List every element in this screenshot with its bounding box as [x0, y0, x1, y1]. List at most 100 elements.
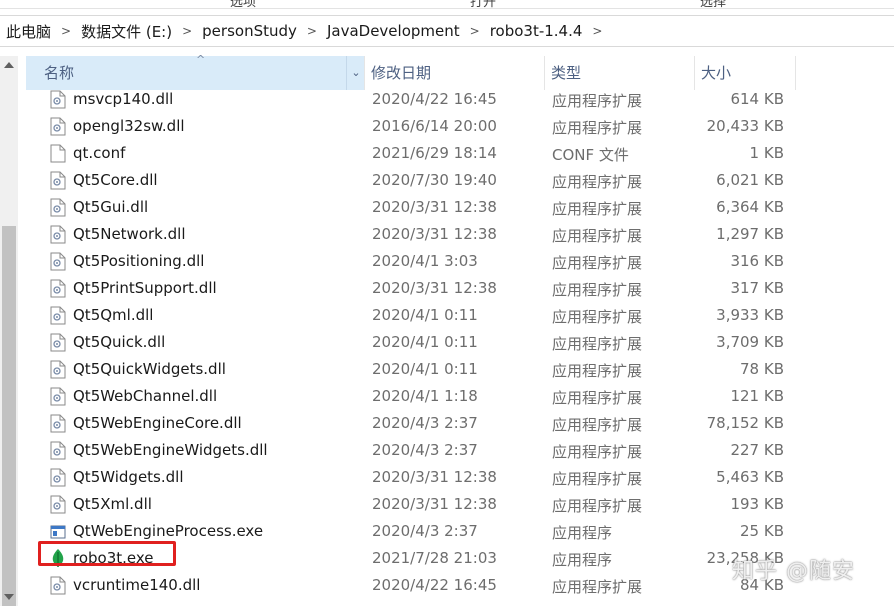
breadcrumb-javadevelopment[interactable]: JavaDevelopment [321, 22, 466, 40]
file-row[interactable]: Qt5Core.dll 2020/7/30 19:40 应用程序扩展 6,021 KB [26, 167, 796, 194]
file-date: 2020/3/31 12:38 [372, 225, 497, 243]
file-list: msvcp140.dll 2020/4/22 16:45 应用程序扩展 614 KB o… [26, 90, 796, 599]
file-date: 2020/4/3 2:37 [372, 441, 478, 459]
dll-icon [50, 414, 66, 433]
dll-icon [50, 495, 66, 514]
scroll-up-icon[interactable] [4, 62, 14, 68]
file-date: 2020/7/30 19:40 [372, 171, 497, 189]
file-type: 应用程序扩展 [552, 389, 643, 407]
file-name: Qt5Positioning.dll [73, 252, 205, 270]
breadcrumb-chevron-icon[interactable]: > [466, 24, 484, 38]
dll-icon [50, 117, 66, 136]
file-date: 2020/3/31 12:38 [372, 198, 497, 216]
file-name: Qt5Gui.dll [73, 198, 149, 216]
file-date: 2020/4/1 0:11 [372, 306, 478, 324]
file-name: vcruntime140.dll [73, 576, 201, 594]
highlight-box [38, 541, 176, 566]
exe-window-icon [50, 522, 66, 541]
file-date: 2020/4/22 16:45 [372, 576, 497, 594]
chevron-down-icon[interactable]: ⌄ [346, 56, 365, 90]
file-name: Qt5Network.dll [73, 225, 186, 243]
dll-icon [50, 441, 66, 460]
file-row[interactable]: qt.conf 2021/6/29 18:14 CONF 文件 1 KB [26, 140, 796, 167]
file-row[interactable]: vcruntime140.dll 2020/4/22 16:45 应用程序扩展 84 … [26, 572, 796, 599]
column-date-header[interactable]: 修改日期 [365, 56, 545, 90]
file-type: 应用程序 [552, 551, 613, 569]
breadcrumb-drive[interactable]: 数据文件 (E:) [75, 21, 178, 42]
file-type: 应用程序扩展 [552, 92, 643, 110]
dll-icon [50, 468, 66, 487]
dll-icon [50, 252, 66, 271]
file-row[interactable]: Qt5Positioning.dll 2020/4/1 3:03 应用程序扩展 316… [26, 248, 796, 275]
breadcrumb-personstudy[interactable]: personStudy [196, 22, 303, 40]
file-name: Qt5QuickWidgets.dll [73, 360, 226, 378]
file-name: qt.conf [73, 144, 126, 162]
file-size: 78,152 KB [706, 414, 784, 432]
file-date: 2020/3/31 12:38 [372, 495, 497, 513]
file-size: 6,021 KB [716, 171, 784, 189]
file-row[interactable]: Qt5WebChannel.dll 2020/4/1 1:18 应用程序扩展 121 … [26, 383, 796, 410]
dll-icon [50, 171, 66, 190]
file-type: 应用程序扩展 [552, 173, 643, 191]
file-type: 应用程序扩展 [552, 119, 643, 137]
ribbon-item-options[interactable]: 选项 [230, 0, 256, 8]
file-size: 5,463 KB [716, 468, 784, 486]
file-row[interactable]: Qt5QuickWidgets.dll 2020/4/1 0:11 应用程序扩展 78… [26, 356, 796, 383]
column-size-header[interactable]: 大小 [695, 56, 796, 90]
file-type: 应用程序扩展 [552, 470, 643, 488]
file-row[interactable]: Qt5Qml.dll 2020/4/1 0:11 应用程序扩展 3,933 KB [26, 302, 796, 329]
file-date: 2020/3/31 12:38 [372, 279, 497, 297]
file-date: 2020/4/1 1:18 [372, 387, 478, 405]
file-type: 应用程序扩展 [552, 227, 643, 245]
ribbon-item-open[interactable]: 打开 [470, 0, 496, 8]
file-date: 2020/4/3 2:37 [372, 522, 478, 540]
file-row[interactable]: Qt5WebEngineWidgets.dll 2020/4/3 2:37 应用程序… [26, 437, 796, 464]
file-date: 2020/4/1 0:11 [372, 360, 478, 378]
file-row[interactable]: Qt5Gui.dll 2020/3/31 12:38 应用程序扩展 6,364 KB [26, 194, 796, 221]
column-type-header[interactable]: 类型 [545, 56, 695, 90]
file-date: 2020/4/3 2:37 [372, 414, 478, 432]
file-name: Qt5Quick.dll [73, 333, 166, 351]
file-type: 应用程序扩展 [552, 200, 643, 218]
address-bar[interactable]: 此电脑 > 数据文件 (E:) > personStudy > JavaDeve… [0, 15, 894, 47]
file-row[interactable]: Qt5Xml.dll 2020/3/31 12:38 应用程序扩展 193 KB [26, 491, 796, 518]
column-header: ^ 名称 ⌄ 修改日期 类型 大小 [26, 53, 796, 90]
file-name: QtWebEngineProcess.exe [73, 522, 264, 540]
file-type: 应用程序扩展 [552, 416, 643, 434]
file-row[interactable]: Qt5PrintSupport.dll 2020/3/31 12:38 应用程序扩展… [26, 275, 796, 302]
file-row[interactable]: msvcp140.dll 2020/4/22 16:45 应用程序扩展 614 KB [26, 86, 796, 113]
vertical-scrollbar[interactable] [0, 56, 18, 606]
file-date: 2020/4/1 0:11 [372, 333, 478, 351]
file-name: msvcp140.dll [73, 90, 174, 108]
breadcrumb-chevron-icon[interactable]: > [57, 24, 75, 38]
breadcrumb-chevron-icon[interactable]: > [303, 24, 321, 38]
ribbon-item-select[interactable]: 选择 [700, 0, 726, 8]
file-name: Qt5Core.dll [73, 171, 158, 189]
file-name: Qt5WebEngineCore.dll [73, 414, 242, 432]
file-name: Qt5Xml.dll [73, 495, 152, 513]
file-size: 25 KB [740, 522, 784, 540]
watermark: 知乎 @随安 [732, 559, 855, 584]
breadcrumb-chevron-icon[interactable]: > [178, 24, 196, 38]
file-size: 1 KB [749, 144, 784, 162]
file-row[interactable]: Qt5Widgets.dll 2020/3/31 12:38 应用程序扩展 5,463… [26, 464, 796, 491]
breadcrumb-robo3t[interactable]: robo3t-1.4.4 [484, 22, 589, 40]
column-name-header[interactable]: ^ 名称 ⌄ [26, 53, 365, 90]
file-size: 20,433 KB [706, 117, 784, 135]
file-name: Qt5PrintSupport.dll [73, 279, 217, 297]
column-size-label: 大小 [701, 64, 732, 82]
file-row[interactable]: Qt5Network.dll 2020/3/31 12:38 应用程序扩展 1,297… [26, 221, 796, 248]
sort-ascending-icon: ^ [196, 53, 206, 66]
file-row[interactable]: Qt5Quick.dll 2020/4/1 0:11 应用程序扩展 3,709 KB [26, 329, 796, 356]
file-date: 2021/7/28 21:03 [372, 549, 497, 567]
column-name-label: 名称 [44, 64, 75, 82]
file-size: 614 KB [730, 90, 784, 108]
file-row[interactable]: opengl32sw.dll 2016/6/14 20:00 应用程序扩展 20,43… [26, 113, 796, 140]
scrollbar-thumb[interactable] [2, 226, 16, 606]
file-row[interactable]: Qt5WebEngineCore.dll 2020/4/3 2:37 应用程序扩展 7… [26, 410, 796, 437]
file-type: 应用程序扩展 [552, 281, 643, 299]
breadcrumb-chevron-icon[interactable]: > [588, 24, 606, 38]
breadcrumb-this-pc[interactable]: 此电脑 [0, 21, 57, 42]
file-size: 3,933 KB [716, 306, 784, 324]
scroll-down-icon[interactable] [4, 594, 14, 600]
